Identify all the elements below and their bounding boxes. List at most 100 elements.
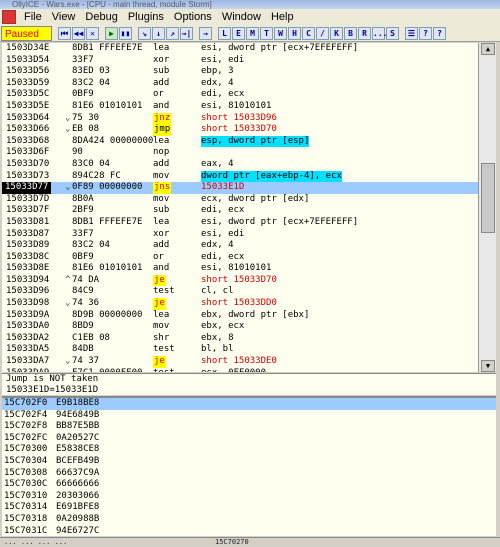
close-button[interactable]: ✕: [86, 26, 99, 40]
disasm-mnemonic: lea: [153, 309, 170, 320]
disasm-row[interactable]: 15033D6F 90 nop: [2, 147, 478, 159]
disasm-hex: 81E6 01010101: [72, 263, 143, 274]
disasm-mnemonic: test: [153, 368, 175, 372]
disasm-hex: 0BF9: [72, 89, 94, 100]
menu-help[interactable]: Help: [266, 11, 299, 23]
log-window-button[interactable]: L: [218, 26, 231, 40]
menu-window[interactable]: Window: [217, 11, 266, 23]
help-button[interactable]: ?: [419, 26, 432, 40]
disasm-row[interactable]: 15033D54 33F7 xor esi, edi: [2, 55, 478, 67]
pause-button[interactable]: ▮▮: [119, 26, 132, 40]
disasm-row[interactable]: 15033DA0 8BD9 mov ebx, ecx: [2, 321, 478, 333]
dump-row[interactable]: 15C7030C 66666666: [2, 479, 496, 491]
disasm-row[interactable]: 15033D94 ^ 74 DA je short 15033D70: [2, 274, 478, 287]
dump-row[interactable]: 15C70318 0A20988B: [2, 514, 496, 526]
patches-window-button[interactable]: /: [316, 26, 329, 40]
scrollbar-thumb[interactable]: [481, 163, 495, 233]
disasm-address: 15033D5E: [6, 100, 50, 111]
source-window-button[interactable]: S: [386, 26, 399, 40]
disasm-row[interactable]: 1503D34E 8DB1 FFFEFE7E lea esi, dword ptr […: [2, 43, 478, 55]
disasm-row[interactable]: 15033D59 83C2 04 add edx, 4: [2, 78, 478, 90]
threads-window-button[interactable]: T: [260, 26, 273, 40]
breakpoints-window-button[interactable]: B: [344, 26, 357, 40]
menu-file[interactable]: File: [19, 11, 47, 23]
dump-row[interactable]: 15C702F0 E9B18BE8: [2, 398, 496, 410]
execute-till-return-button[interactable]: →: [199, 26, 212, 40]
disasm-row[interactable]: 15033D89 83C2 04 add edx, 4: [2, 240, 478, 252]
modules-window-button[interactable]: E: [232, 26, 245, 40]
step-over-button[interactable]: ↓: [152, 26, 165, 40]
disasm-mnemonic: add: [153, 158, 170, 169]
disasm-row[interactable]: 15033DA5 84DB test bl, bl: [2, 344, 478, 356]
step-into-button[interactable]: ↘: [138, 26, 151, 40]
open-button[interactable]: ⏮: [58, 26, 71, 40]
disasm-row[interactable]: 15033D7F 2BF9 sub edi, ecx: [2, 205, 478, 217]
restart-button[interactable]: ◀◀: [72, 26, 85, 40]
disasm-row[interactable]: 15033DA2 C1EB 08 shr ebx, 8: [2, 333, 478, 345]
call-stack-window-button[interactable]: K: [330, 26, 343, 40]
disasm-row[interactable]: 15033D68 8DA424 00000000 lea esp, dword ptr…: [2, 135, 478, 148]
disasm-operands: short 15033DD0: [201, 298, 277, 309]
dump-pane[interactable]: 15C702F0 E9B18BE8 15C702F4 94E6849B 15C702F8…: [2, 396, 496, 536]
trace-into-button[interactable]: ↗: [166, 26, 179, 40]
disasm-hex: C1EB 08: [72, 332, 110, 343]
disassembly-pane[interactable]: 1503D34E 8DB1 FFFEFE7E lea esi, dword ptr […: [2, 43, 478, 372]
disasm-row[interactable]: 15033D5E 81E6 01010101 and esi, 81010101: [2, 101, 478, 113]
disasm-row[interactable]: 15033D9A 8D9B 00000000 lea ebx, dword ptr […: [2, 310, 478, 322]
disasm-hex: 75 30: [72, 112, 100, 123]
run-trace-window-button[interactable]: ...: [372, 26, 387, 40]
disasm-row[interactable]: 15033D73 894C28 FC mov dword ptr [eax+ebp-4…: [2, 170, 478, 183]
scroll-up-arrow-icon[interactable]: ▲: [481, 43, 495, 55]
disasm-row[interactable]: 15033D70 83C0 04 add eax, 4: [2, 159, 478, 171]
handles-window-button[interactable]: H: [288, 26, 301, 40]
disasm-row[interactable]: 15033D81 8DB1 FFFEFE7E lea esi, dword ptr […: [2, 217, 478, 229]
disasm-row[interactable]: 15033D8C 0BF9 or edi, ecx: [2, 252, 478, 264]
disasm-row[interactable]: 15033D7D 8B0A mov ecx, dword ptr [edx]: [2, 194, 478, 206]
windows-window-button[interactable]: W: [274, 26, 287, 40]
dump-row[interactable]: 15C70314 E691BFE8: [2, 502, 496, 514]
disasm-row[interactable]: 15033D98 ⌄ 74 36 je short 15033DD0: [2, 298, 478, 310]
dump-row[interactable]: 15C70308 66637C9A: [2, 468, 496, 480]
disasm-row[interactable]: 15033D96 84C9 test cl, cl: [2, 286, 478, 298]
disasm-row[interactable]: 15033D64 ⌄ 75 30 jnz short 15033D96: [2, 112, 478, 125]
disasm-row[interactable]: 15033D77 ⌄ 0F89 00000000 jns 15033E1D: [2, 182, 478, 194]
disasm-mnemonic: or: [153, 89, 164, 100]
dump-address: 15C70304: [4, 455, 48, 466]
statusbar: ... ... ... ... 15C70270: [0, 537, 500, 547]
about-button[interactable]: ?: [433, 26, 446, 40]
disasm-hex: 8B0A: [72, 193, 94, 204]
disasm-row[interactable]: 15033D8E 81E6 01010101 and esi, 81010101: [2, 263, 478, 275]
disasm-row[interactable]: 15033D87 33F7 xor esi, edi: [2, 229, 478, 241]
disasm-row[interactable]: 15033D56 83ED 03 sub ebp, 3: [2, 66, 478, 78]
cpu-window-button[interactable]: C: [302, 26, 315, 40]
menu-view[interactable]: View: [47, 11, 81, 23]
dump-row[interactable]: 15C70310 20303066: [2, 491, 496, 503]
menu-debug[interactable]: Debug: [80, 11, 122, 23]
disasm-address: 15033D7D: [6, 193, 50, 204]
dump-row[interactable]: 15C70300 E5838CE8: [2, 444, 496, 456]
dump-row[interactable]: 15C7031C 94E6727C: [2, 526, 496, 536]
disasm-row[interactable]: 15033D5C 0BF9 or edi, ecx: [2, 89, 478, 101]
references-window-button[interactable]: R: [358, 26, 371, 40]
run-button[interactable]: ▶: [105, 26, 118, 40]
dump-row[interactable]: 15C70304 BCEFB49B: [2, 456, 496, 468]
dump-value: 94E6727C: [56, 525, 100, 536]
menu-options[interactable]: Options: [169, 11, 217, 23]
disasm-address: 15033D64: [6, 112, 50, 123]
disassembly-scrollbar[interactable]: ▲ ▼: [478, 43, 496, 372]
dump-row[interactable]: 15C702F4 94E6849B: [2, 410, 496, 422]
disasm-row[interactable]: 15033DA7 ⌄ 74 37 je short 15033DE0: [2, 356, 478, 368]
scroll-down-arrow-icon[interactable]: ▼: [481, 360, 495, 372]
menu-plugins[interactable]: Plugins: [123, 11, 169, 23]
dump-row[interactable]: 15C702F8 BB87E5BB: [2, 421, 496, 433]
disasm-mnemonic: or: [153, 251, 164, 262]
dump-row[interactable]: 15C702FC 0A20527C: [2, 433, 496, 445]
disasm-row[interactable]: 15033DA9 F7C1 0000FF00 test ecx, 0FF0000: [2, 368, 478, 372]
trace-over-button[interactable]: →|: [180, 26, 193, 40]
disasm-row[interactable]: 15033D66 ⌄ EB 08 jmp short 15033D70: [2, 124, 478, 136]
disasm-mnemonic: test: [153, 344, 175, 355]
memory-window-button[interactable]: M: [246, 26, 259, 40]
disasm-operands: esi, edi: [201, 228, 245, 239]
disasm-operands: esp, dword ptr [esp]: [201, 135, 310, 148]
list-icon-button[interactable]: ☰: [405, 26, 418, 40]
